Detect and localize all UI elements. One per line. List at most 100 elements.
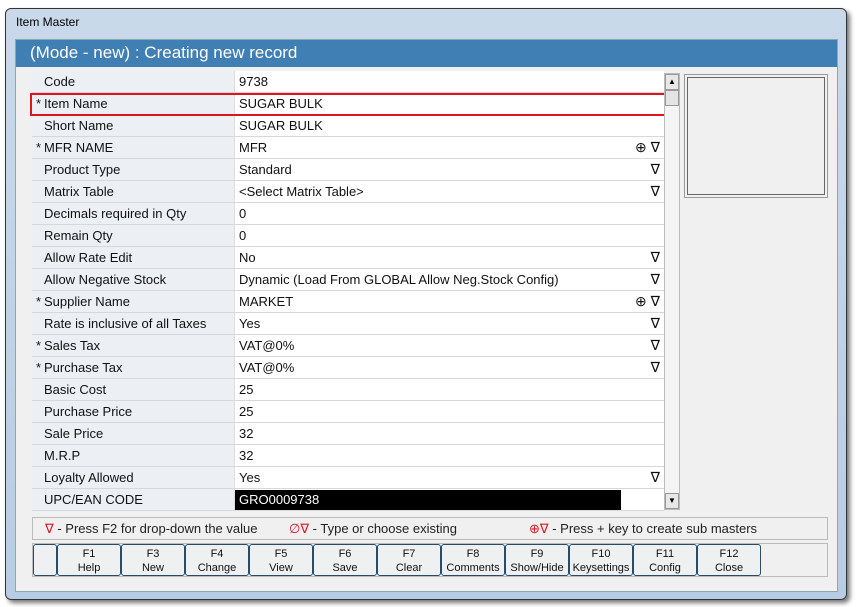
legend-type: ∅∇ - Type or choose existing (289, 521, 457, 537)
button-key: F10 (591, 548, 611, 560)
field-value-text: Standard (239, 162, 292, 177)
button-key: F6 (338, 548, 352, 560)
field-value-text: GRO0009738 (235, 490, 621, 510)
field-value[interactable]: VAT@0% ∇ (235, 335, 664, 356)
button-comments[interactable]: F8 Comments (441, 544, 505, 576)
button-key: F12 (719, 548, 739, 560)
field-row: Allow Rate Edit No ∇ (32, 247, 664, 269)
field-value-text: 9738 (239, 74, 268, 89)
field-value[interactable]: <Select Matrix Table> ∇ (235, 181, 664, 202)
field-label-text: Purchase Price (44, 404, 133, 419)
dropdown-icon[interactable]: ∇ (651, 249, 660, 266)
dropdown-icon[interactable]: ∇ (651, 161, 660, 178)
field-label: Matrix Table (32, 181, 235, 202)
field-label-text: Sale Price (44, 426, 104, 441)
button-clear[interactable]: F7 Clear (377, 544, 441, 576)
field-value[interactable]: SUGAR BULK (235, 115, 664, 136)
field-label: UPC/EAN CODE (32, 489, 235, 510)
dropdown-icon[interactable]: ⊕ ∇ (635, 293, 660, 310)
type-choose-icon: ∅∇ (289, 520, 310, 536)
dropdown-icon[interactable]: ∇ (651, 337, 660, 354)
field-value[interactable]: 25 (235, 379, 664, 400)
button-key: F1 (82, 548, 96, 560)
field-value[interactable]: No ∇ (235, 247, 664, 268)
scroll-thumb[interactable] (665, 90, 679, 106)
dropdown-icon[interactable]: ∇ (651, 315, 660, 332)
button-keysettings[interactable]: F10 Keysettings (569, 544, 633, 576)
item-image-box[interactable] (684, 74, 828, 198)
field-value[interactable]: Yes ∇ (235, 313, 664, 334)
field-value[interactable]: GRO0009738 (235, 489, 664, 510)
field-value[interactable]: MARKET ⊕ ∇ (235, 291, 664, 312)
field-value-text: 25 (239, 382, 254, 397)
button-config[interactable]: F11 Config (633, 544, 697, 576)
button-help[interactable]: F1 Help (57, 544, 121, 576)
button-showhide[interactable]: F9 Show/Hide (505, 544, 569, 576)
dropdown-icon[interactable]: ∇ (651, 271, 660, 288)
field-row: Basic Cost 25 (32, 379, 664, 401)
dropdown-icon[interactable]: ⊕ ∇ (635, 139, 660, 156)
field-value[interactable]: 25 (235, 401, 664, 422)
required-marker: * (36, 140, 42, 155)
field-label: * Item Name (32, 93, 235, 114)
field-value[interactable]: VAT@0% ∇ (235, 357, 664, 378)
button-label: New (141, 562, 164, 574)
button-label: Config (649, 562, 681, 574)
field-value-text: Yes (239, 470, 261, 485)
field-value[interactable]: SUGAR BULK (235, 93, 664, 114)
field-value[interactable]: 9738 (235, 71, 664, 92)
field-value[interactable]: 0 (235, 225, 664, 246)
field-row: * Purchase Tax VAT@0% ∇ (32, 357, 664, 379)
field-row: * MFR NAME MFR ⊕ ∇ (32, 137, 664, 159)
dropdown-icon[interactable]: ∇ (651, 183, 660, 200)
button-label: Change (197, 562, 237, 574)
field-row: Sale Price 32 (32, 423, 664, 445)
field-label: Sale Price (32, 423, 235, 444)
field-value[interactable]: 0 (235, 203, 664, 224)
field-label-text: Decimals required in Qty (44, 206, 187, 221)
button-key: F3 (146, 548, 160, 560)
button-save[interactable]: F6 Save (313, 544, 377, 576)
field-row: * Sales Tax VAT@0% ∇ (32, 335, 664, 357)
button-close[interactable]: F12 Close (697, 544, 761, 576)
field-label-text: Sales Tax (44, 338, 101, 353)
create-sub-icon: ⊕∇ (529, 520, 549, 536)
legend-bar: ∇ - Press F2 for drop-down the value ∅∇ … (32, 517, 828, 540)
field-value[interactable]: 32 (235, 423, 664, 444)
field-row: Code 9738 (32, 71, 664, 93)
field-value-text: 0 (239, 206, 247, 221)
field-label: Purchase Price (32, 401, 235, 422)
button-label: View (269, 562, 293, 574)
item-master-window: Item Master (Mode - new) : Creating new … (5, 8, 847, 600)
button-new[interactable]: F3 New (121, 544, 185, 576)
scroll-down-button[interactable]: ▼ (665, 493, 679, 509)
field-label: Code (32, 71, 235, 92)
field-label-text: Rate is inclusive of all Taxes (44, 316, 207, 331)
scroll-up-button[interactable]: ▲ (665, 74, 679, 90)
field-value-text: VAT@0% (239, 360, 295, 375)
blank-button[interactable] (33, 544, 57, 576)
button-change[interactable]: F4 Change (185, 544, 249, 576)
dropdown-icon[interactable]: ∇ (651, 359, 660, 376)
dropdown-icon[interactable]: ∇ (651, 469, 660, 486)
field-value[interactable]: Dynamic (Load From GLOBAL Allow Neg.Stoc… (235, 269, 664, 290)
field-value-text: SUGAR BULK (239, 118, 323, 133)
scrollbar[interactable]: ▲ ▼ (664, 73, 680, 510)
field-row: Remain Qty 0 (32, 225, 664, 247)
field-row: * Supplier Name MARKET ⊕ ∇ (32, 291, 664, 313)
field-label: * Supplier Name (32, 291, 235, 312)
field-label-text: M.R.P (44, 448, 81, 463)
field-value[interactable]: Yes ∇ (235, 467, 664, 488)
field-value-text: Dynamic (Load From GLOBAL Allow Neg.Stoc… (239, 272, 559, 287)
field-label: * Purchase Tax (32, 357, 235, 378)
field-value[interactable]: 32 (235, 445, 664, 466)
field-label: M.R.P (32, 445, 235, 466)
field-row: Rate is inclusive of all Taxes Yes ∇ (32, 313, 664, 335)
field-value[interactable]: MFR ⊕ ∇ (235, 137, 664, 158)
button-label: Show/Hide (510, 562, 564, 574)
button-label: Close (714, 562, 744, 574)
button-view[interactable]: F5 View (249, 544, 313, 576)
button-key: F7 (402, 548, 416, 560)
field-row: Short Name SUGAR BULK (32, 115, 664, 137)
field-value[interactable]: Standard ∇ (235, 159, 664, 180)
